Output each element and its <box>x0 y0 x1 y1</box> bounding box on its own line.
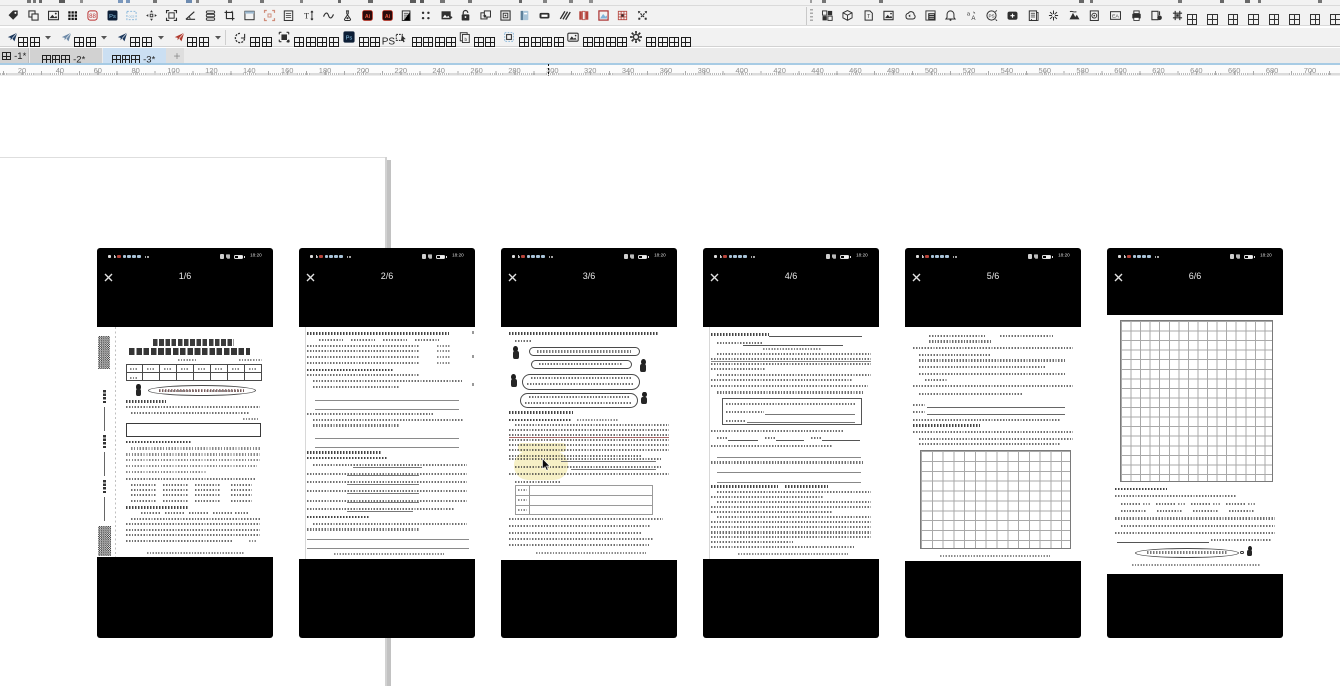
svg-text:Ps: Ps <box>345 36 352 42</box>
svg-text:Ai: Ai <box>384 14 390 20</box>
svg-text:A: A <box>971 15 976 22</box>
svg-text:EA: EA <box>1112 13 1119 19</box>
svg-text:b: b <box>464 37 467 42</box>
svg-text:Ai: Ai <box>365 14 371 20</box>
svg-text:ocs: ocs <box>129 14 135 18</box>
svg-text:T: T <box>304 11 309 20</box>
svg-text:T: T <box>867 14 871 20</box>
svg-text:Ps: Ps <box>109 14 116 20</box>
svg-text:PS: PS <box>989 13 995 18</box>
svg-text:a: a <box>967 11 971 17</box>
svg-text:88: 88 <box>89 13 96 20</box>
